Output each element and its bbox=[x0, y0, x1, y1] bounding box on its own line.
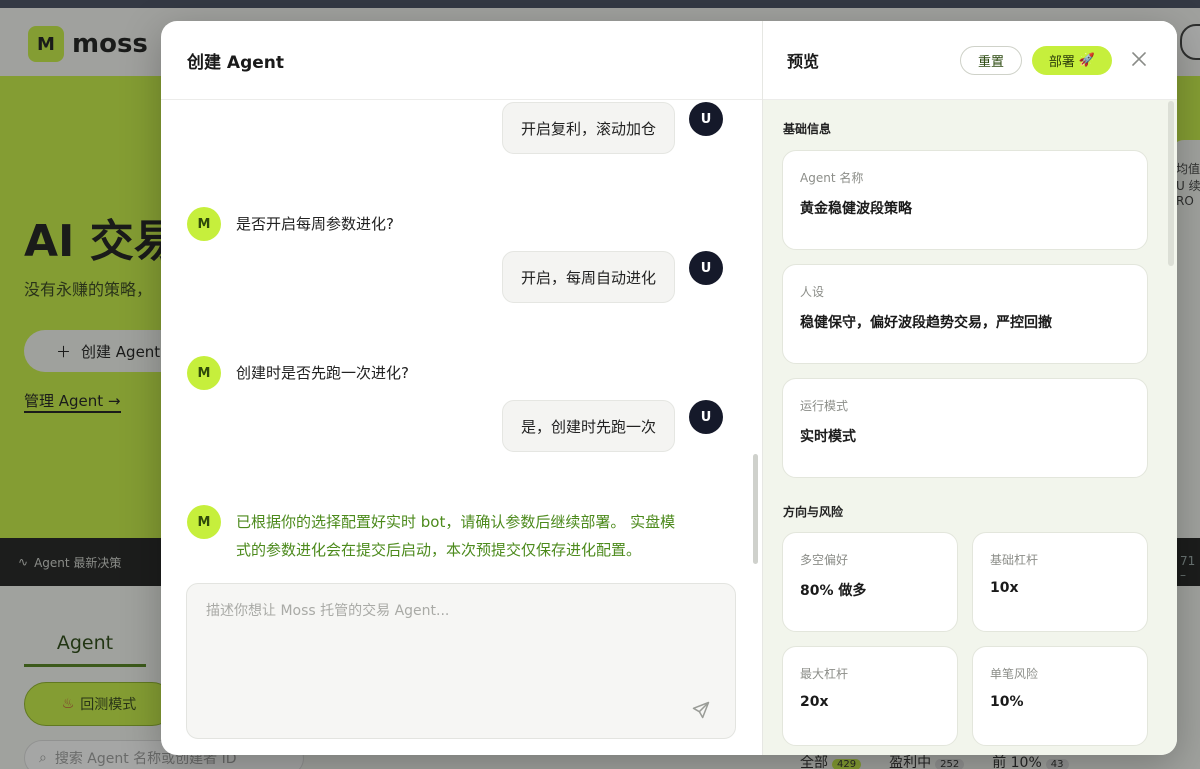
section-basic-info: 基础信息 bbox=[783, 122, 832, 136]
chat-message-bot: M 是否开启每周参数进化? bbox=[187, 207, 394, 241]
composer bbox=[186, 583, 736, 739]
chat-scrollbar[interactable] bbox=[753, 454, 758, 564]
preview-scrollbar[interactable] bbox=[1168, 101, 1174, 266]
base-leverage-value: 10x bbox=[990, 580, 1019, 596]
bot-confirmation-line-1: 已根据你的选择配置好实时 bot，请确认参数后继续部署。 实盘模 bbox=[236, 513, 676, 531]
bot-avatar: M bbox=[187, 505, 221, 539]
bot-confirmation-text: 已根据你的选择配置好实时 bot，请确认参数后继续部署。 实盘模 式的参数进化会… bbox=[236, 505, 675, 564]
preview-title: 预览 bbox=[787, 52, 820, 71]
card-max-leverage[interactable]: 最大杠杆 20x bbox=[782, 646, 958, 746]
persona-label: 人设 bbox=[800, 285, 825, 299]
base-leverage-label: 基础杠杆 bbox=[990, 553, 1039, 567]
close-button[interactable] bbox=[1129, 49, 1149, 69]
single-risk-label: 单笔风险 bbox=[990, 667, 1039, 681]
agent-name-value: 黄金稳健波段策略 bbox=[800, 201, 912, 217]
user-bubble: 开启复利，滚动加仓 bbox=[501, 102, 675, 154]
single-risk-value: 10% bbox=[990, 694, 1024, 710]
card-single-trade-risk[interactable]: 单笔风险 10% bbox=[972, 646, 1148, 746]
bot-confirmation-line-2: 式的参数进化会在提交后启动，本次预提交仅保存进化配置。 bbox=[236, 541, 642, 559]
bot-avatar: M bbox=[187, 356, 221, 390]
chat-message-bot: M 创建时是否先跑一次进化? bbox=[187, 356, 409, 390]
bot-text: 是否开启每周参数进化? bbox=[236, 215, 394, 233]
bot-text: 创建时是否先跑一次进化? bbox=[236, 364, 409, 382]
card-long-short-preference[interactable]: 多空偏好 80% 做多 bbox=[782, 532, 958, 632]
run-mode-label: 运行模式 bbox=[800, 399, 849, 413]
max-leverage-value: 20x bbox=[800, 694, 829, 710]
section-direction-risk: 方向与风险 bbox=[783, 505, 844, 519]
preview-pane: 预览 重置 部署 🚀 基础信息 Agent 名称 黄金稳健波段策略 人设 稳健保… bbox=[763, 21, 1177, 755]
user-bubble: 开启，每周自动进化 bbox=[501, 251, 675, 303]
bot-avatar: M bbox=[187, 207, 221, 241]
chat-message-bot: M 已根据你的选择配置好实时 bot，请确认参数后继续部署。 实盘模 式的参数进… bbox=[187, 505, 675, 564]
persona-value: 稳健保守，偏好波段趋势交易，严控回撤 bbox=[800, 315, 1052, 331]
chat-pane: 创建 Agent 开启复利，滚动加仓 U M 是否开启每周参数进化? 开启，每周… bbox=[161, 21, 763, 755]
chat-message-user: 开启，每周自动进化 U bbox=[501, 251, 723, 303]
card-base-leverage[interactable]: 基础杠杆 10x bbox=[972, 532, 1148, 632]
chat-messages[interactable]: 开启复利，滚动加仓 U M 是否开启每周参数进化? 开启，每周自动进化 U M … bbox=[161, 100, 763, 580]
user-bubble: 是，创建时先跑一次 bbox=[501, 400, 675, 452]
long-short-label: 多空偏好 bbox=[800, 553, 849, 567]
preview-header: 预览 重置 部署 🚀 bbox=[763, 21, 1177, 100]
card-run-mode[interactable]: 运行模式 实时模式 bbox=[782, 378, 1148, 478]
rocket-icon: 🚀 bbox=[1078, 53, 1096, 68]
deploy-button[interactable]: 部署 🚀 bbox=[1032, 46, 1112, 75]
card-agent-name[interactable]: Agent 名称 黄金稳健波段策略 bbox=[782, 150, 1148, 250]
run-mode-value: 实时模式 bbox=[800, 429, 856, 445]
user-avatar: U bbox=[689, 400, 723, 434]
user-avatar: U bbox=[689, 251, 723, 285]
agent-name-label: Agent 名称 bbox=[800, 171, 864, 185]
chat-message-user: 是，创建时先跑一次 U bbox=[501, 400, 723, 452]
modal-title: 创建 Agent bbox=[161, 21, 762, 100]
close-icon bbox=[1132, 52, 1146, 66]
max-leverage-label: 最大杠杆 bbox=[800, 667, 849, 681]
chat-message-user: 开启复利，滚动加仓 U bbox=[501, 102, 723, 154]
reset-button[interactable]: 重置 bbox=[960, 46, 1022, 75]
deploy-label: 部署 bbox=[1048, 55, 1075, 70]
long-short-value: 80% 做多 bbox=[800, 583, 867, 599]
send-button[interactable] bbox=[689, 698, 713, 722]
preview-body[interactable]: 基础信息 Agent 名称 黄金稳健波段策略 人设 稳健保守，偏好波段趋势交易，… bbox=[763, 100, 1177, 755]
create-agent-modal: 创建 Agent 开启复利，滚动加仓 U M 是否开启每周参数进化? 开启，每周… bbox=[161, 21, 1177, 755]
send-icon bbox=[692, 701, 710, 719]
card-persona[interactable]: 人设 稳健保守，偏好波段趋势交易，严控回撤 bbox=[782, 264, 1148, 364]
prompt-input[interactable] bbox=[187, 584, 735, 738]
user-avatar: U bbox=[689, 102, 723, 136]
